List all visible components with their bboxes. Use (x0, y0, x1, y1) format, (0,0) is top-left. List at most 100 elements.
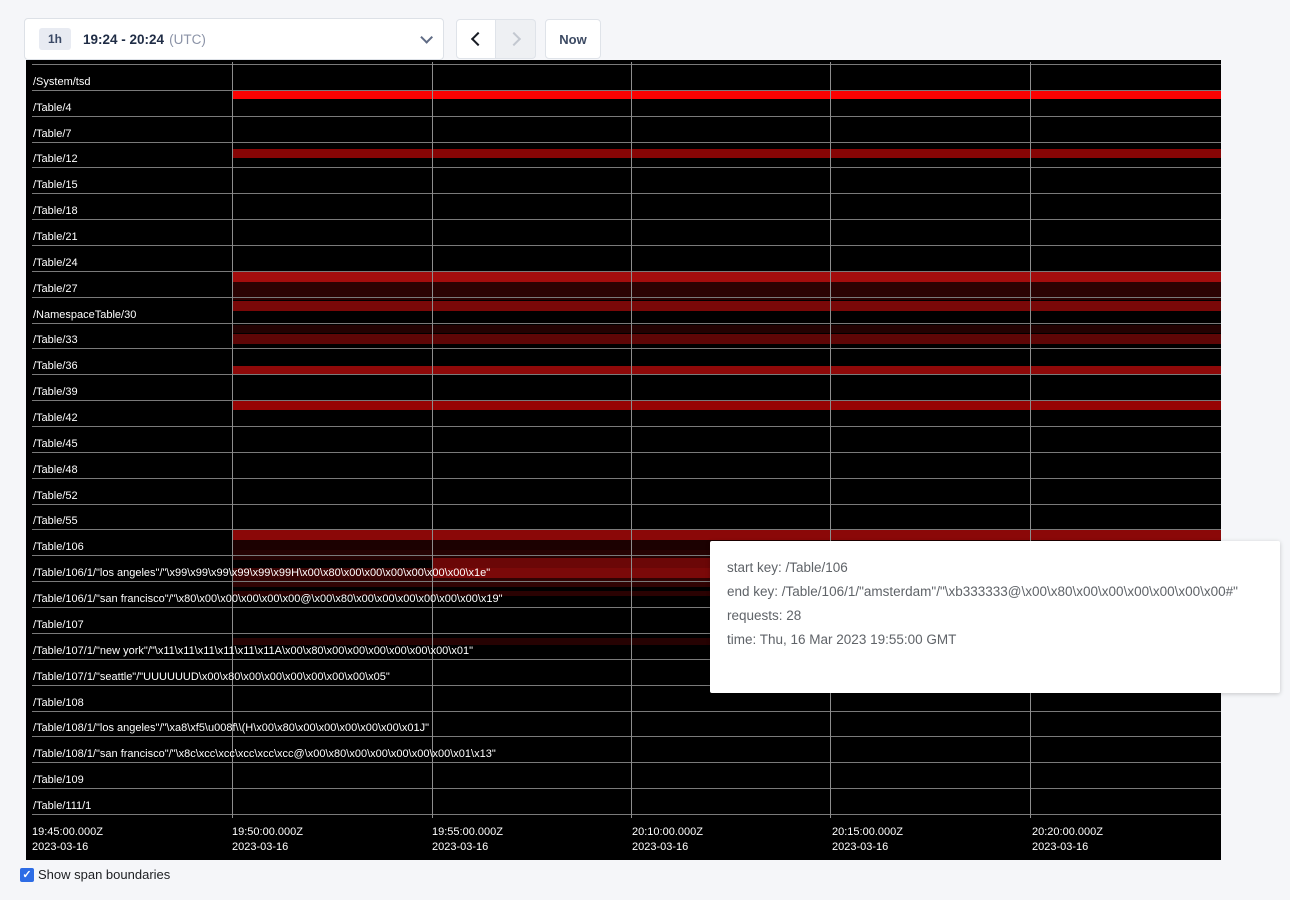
chevron-down-icon (420, 31, 433, 44)
column-grid-line (232, 62, 233, 818)
span-boundary-line (32, 814, 1221, 815)
row-label: /Table/107/1/"new york"/"\x11\x11\x11\x1… (33, 645, 473, 658)
row-label: /Table/55 (33, 515, 78, 528)
row-label: /Table/107/1/"seattle"/"UUUUUUD\x00\x80\… (33, 671, 390, 684)
time-range-duration-badge: 1h (39, 28, 71, 50)
column-grid-line (1030, 62, 1031, 818)
column-grid-line (432, 62, 433, 818)
axis-tick-time: 20:15:00.000Z (832, 825, 903, 840)
row-label: /Table/48 (33, 464, 78, 477)
row-label: /Table/108/1/"san francisco"/"\x8c\xcc\x… (33, 748, 496, 761)
row-label: /System/tsd (33, 76, 90, 89)
chevron-left-icon (471, 32, 485, 46)
row-label: /Table/39 (33, 386, 78, 399)
span-boundary-line (32, 116, 1221, 117)
axis-tick: 20:15:00.000Z2023-03-16 (832, 825, 903, 855)
span-boundary-line (32, 142, 1221, 143)
column-grid-line (830, 62, 831, 818)
span-boundary-line (32, 64, 1221, 65)
heat-band[interactable] (232, 401, 1221, 410)
span-boundary-line (32, 271, 1221, 272)
column-grid-line (631, 62, 632, 818)
axis-tick-time: 19:45:00.000Z (32, 825, 103, 840)
axis-tick-date: 2023-03-16 (32, 840, 103, 855)
row-label: /Table/111/1 (33, 800, 91, 813)
axis-tick-time: 20:20:00.000Z (1032, 825, 1103, 840)
tooltip-requests: requests: 28 (727, 608, 1263, 623)
span-boundary-line (32, 788, 1221, 789)
span-boundary-line (32, 348, 1221, 349)
next-range-button-disabled[interactable] (496, 19, 536, 59)
span-boundary-line (32, 762, 1221, 763)
span-boundary-line (32, 529, 1221, 530)
show-span-boundaries-label: Show span boundaries (38, 867, 170, 882)
heat-band[interactable] (232, 149, 1221, 158)
row-label: /Table/4 (33, 102, 72, 115)
span-boundary-line (32, 504, 1221, 505)
row-label: /Table/18 (33, 205, 78, 218)
footer: ✓ Show span boundaries (20, 867, 170, 882)
toolbar: 1h 19:24 - 20:24 (UTC) Now (0, 0, 1290, 60)
span-boundary-line (32, 245, 1221, 246)
axis-tick-time: 19:55:00.000Z (432, 825, 503, 840)
row-label: /Table/21 (33, 231, 78, 244)
chevron-right-icon (506, 32, 520, 46)
axis-tick: 19:50:00.000Z2023-03-16 (232, 825, 303, 855)
heat-band[interactable] (232, 91, 1221, 99)
heat-band[interactable] (232, 325, 1221, 333)
heat-band[interactable] (232, 530, 1221, 540)
now-button[interactable]: Now (545, 19, 601, 59)
time-nav-group (456, 19, 536, 59)
row-label: /NamespaceTable/30 (33, 309, 136, 322)
axis-tick-time: 20:10:00.000Z (632, 825, 703, 840)
span-boundary-line (32, 167, 1221, 168)
row-label: /Table/108 (33, 697, 84, 710)
axis-tick: 19:55:00.000Z2023-03-16 (432, 825, 503, 855)
hover-tooltip: start key: /Table/106 end key: /Table/10… (710, 541, 1280, 693)
span-boundary-line (32, 736, 1221, 737)
axis-tick-date: 2023-03-16 (632, 840, 703, 855)
row-label: /Table/52 (33, 490, 78, 503)
row-label: /Table/27 (33, 283, 78, 296)
span-boundary-line (32, 193, 1221, 194)
span-boundary-line (32, 426, 1221, 427)
row-label: /Table/107 (33, 619, 84, 632)
span-boundary-line (32, 323, 1221, 324)
heat-band[interactable] (232, 272, 1221, 282)
time-range-select[interactable]: 1h 19:24 - 20:24 (UTC) (24, 18, 444, 60)
tooltip-end-key: end key: /Table/106/1/"amsterdam"/"\xb33… (727, 584, 1263, 599)
show-span-boundaries-checkbox[interactable]: ✓ (20, 868, 34, 882)
axis-tick: 20:10:00.000Z2023-03-16 (632, 825, 703, 855)
span-boundary-line (32, 374, 1221, 375)
row-label: /Table/108/1/"los angeles"/"\xa8\xf5\u00… (33, 722, 429, 735)
axis-tick-time: 19:50:00.000Z (232, 825, 303, 840)
span-boundary-line (32, 219, 1221, 220)
row-label: /Table/45 (33, 438, 78, 451)
row-label: /Table/106/1/"los angeles"/"\x99\x99\x99… (33, 567, 490, 580)
span-boundary-line (32, 297, 1221, 298)
span-boundary-line (32, 478, 1221, 479)
heat-band[interactable] (232, 334, 1221, 344)
span-boundary-line (32, 90, 1221, 91)
heat-band[interactable] (232, 301, 1221, 311)
tooltip-start-key: start key: /Table/106 (727, 560, 1263, 575)
row-label: /Table/106/1/"san francisco"/"\x80\x00\x… (33, 593, 503, 606)
span-boundary-line (32, 711, 1221, 712)
row-label: /Table/106 (33, 541, 84, 554)
time-range-text: 19:24 - 20:24 (83, 32, 164, 47)
row-label: /Table/33 (33, 334, 78, 347)
row-label: /Table/42 (33, 412, 78, 425)
axis-tick-date: 2023-03-16 (232, 840, 303, 855)
axis-tick: 20:20:00.000Z2023-03-16 (1032, 825, 1103, 855)
span-boundary-line (32, 452, 1221, 453)
row-label: /Table/15 (33, 179, 78, 192)
span-boundary-line (32, 400, 1221, 401)
row-label: /Table/24 (33, 257, 78, 270)
row-label: /Table/36 (33, 360, 78, 373)
axis-tick: 19:45:00.000Z2023-03-16 (32, 825, 103, 855)
key-visualizer-canvas[interactable]: /System/tsd/Table/4/Table/7/Table/12/Tab… (26, 60, 1221, 860)
previous-range-button[interactable] (456, 19, 496, 59)
row-label: /Table/12 (33, 153, 78, 166)
axis-tick-date: 2023-03-16 (832, 840, 903, 855)
time-range-timezone: (UTC) (169, 32, 206, 47)
